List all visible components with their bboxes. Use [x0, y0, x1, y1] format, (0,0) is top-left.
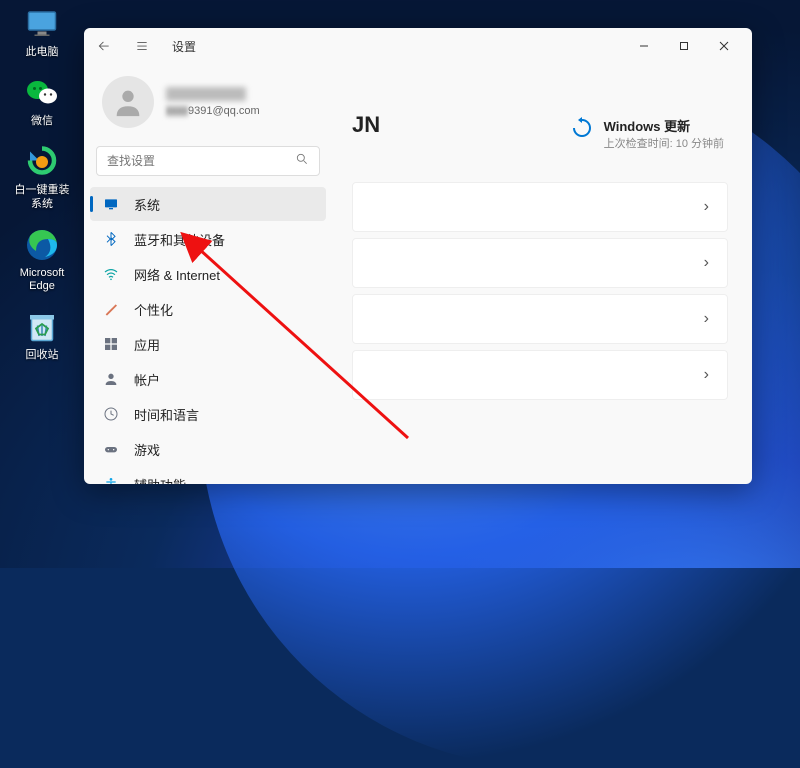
nav-label: 帐户: [134, 370, 160, 389]
desktop-icon-edge[interactable]: Microsoft Edge: [6, 225, 78, 293]
nav-label: 时间和语言: [134, 405, 199, 424]
monitor-icon: [22, 4, 62, 44]
minimize-icon: [639, 41, 649, 51]
clock-icon: [102, 405, 120, 423]
maximize-icon: [679, 41, 689, 51]
desktop-icon-label: 回收站: [26, 349, 59, 362]
sidebar: xxxx9391@qq.com 系统 蓝牙和其他设备: [84, 64, 332, 484]
nav-item-personalize[interactable]: 个性化: [90, 292, 326, 326]
nav-label: 应用: [134, 335, 160, 354]
settings-card[interactable]: ›: [352, 238, 728, 288]
desktop-icons: 此电脑 微信 白一键重装 系统 Microsoft Edge 回收站: [6, 4, 78, 376]
desktop-icon-this-pc[interactable]: 此电脑: [6, 4, 78, 59]
search-box[interactable]: [96, 146, 320, 176]
desktop-icon-wechat[interactable]: 微信: [6, 73, 78, 128]
search-icon: [295, 152, 309, 171]
nav-list: 系统 蓝牙和其他设备 网络 & Internet 个性化 应用: [84, 186, 332, 484]
wifi-icon: [102, 265, 120, 283]
desktop-icon-label: 白一键重装 系统: [15, 184, 70, 210]
settings-window: 设置 xxxx9391@qq.com: [84, 28, 752, 484]
nav-label: 网络 & Internet: [134, 265, 220, 284]
edge-icon: [22, 225, 62, 265]
apps-icon: [102, 335, 120, 353]
nav-item-bluetooth[interactable]: 蓝牙和其他设备: [90, 222, 326, 256]
arrow-left-icon: [97, 39, 111, 53]
nav-label: 个性化: [134, 300, 173, 319]
person-icon: [111, 85, 145, 119]
nav-item-apps[interactable]: 应用: [90, 327, 326, 361]
gamepad-icon: [102, 440, 120, 458]
chevron-right-icon: ›: [704, 366, 709, 384]
hamburger-icon: [135, 39, 149, 53]
update-title: Windows 更新: [604, 116, 724, 135]
settings-card[interactable]: ›: [352, 182, 728, 232]
desktop-icon-label: 微信: [31, 115, 53, 128]
nav-label: 辅助功能: [134, 475, 186, 485]
nav-item-accessibility[interactable]: 辅助功能: [90, 467, 326, 484]
minimize-button[interactable]: [624, 31, 664, 61]
chevron-right-icon: ›: [704, 310, 709, 328]
refresh-icon: [570, 116, 594, 140]
close-button[interactable]: [704, 31, 744, 61]
settings-card[interactable]: ›: [352, 294, 728, 344]
desktop-icon-reinstall[interactable]: 白一键重装 系统: [6, 142, 78, 210]
profile-text: xxxx9391@qq.com: [166, 87, 260, 117]
desktop-icon-recycle[interactable]: 回收站: [6, 307, 78, 362]
nav-label: 系统: [134, 195, 160, 214]
desktop-icon-label: Microsoft Edge: [20, 267, 65, 293]
settings-card[interactable]: ›: [352, 350, 728, 400]
profile-name-blurred: [166, 87, 246, 101]
person-icon: [102, 370, 120, 388]
maximize-button[interactable]: [664, 31, 704, 61]
recycle-bin-icon: [22, 307, 62, 347]
chevron-right-icon: ›: [704, 254, 709, 272]
profile-block[interactable]: xxxx9391@qq.com: [84, 72, 332, 142]
update-subtitle: 上次检查时间: 10 分钟前: [604, 135, 724, 151]
avatar: [102, 76, 154, 128]
desktop-icon-label: 此电脑: [26, 46, 59, 59]
system-icon: [102, 195, 120, 213]
chevron-right-icon: ›: [704, 198, 709, 216]
reinstall-icon: [22, 142, 62, 182]
windows-update-card[interactable]: Windows 更新 上次检查时间: 10 分钟前: [570, 116, 724, 151]
close-icon: [719, 41, 729, 51]
accessibility-icon: [102, 475, 120, 484]
brush-icon: [102, 300, 120, 318]
back-button[interactable]: [92, 34, 116, 58]
nav-item-system[interactable]: 系统: [90, 187, 326, 221]
nav-item-gaming[interactable]: 游戏: [90, 432, 326, 466]
window-title: 设置: [172, 38, 196, 55]
bluetooth-icon: [102, 230, 120, 248]
profile-email: xxxx9391@qq.com: [166, 105, 260, 117]
settings-card-list: › › › ›: [352, 182, 728, 400]
wechat-icon: [22, 73, 62, 113]
titlebar: 设置: [84, 28, 752, 64]
menu-button[interactable]: [130, 34, 154, 58]
nav-item-time[interactable]: 时间和语言: [90, 397, 326, 431]
nav-label: 游戏: [134, 440, 160, 459]
search-input[interactable]: [107, 154, 295, 168]
nav-label: 蓝牙和其他设备: [134, 230, 225, 249]
nav-item-network[interactable]: 网络 & Internet: [90, 257, 326, 291]
main-panel: JN Windows 更新 上次检查时间: 10 分钟前 › › › ›: [332, 64, 752, 484]
nav-item-accounts[interactable]: 帐户: [90, 362, 326, 396]
